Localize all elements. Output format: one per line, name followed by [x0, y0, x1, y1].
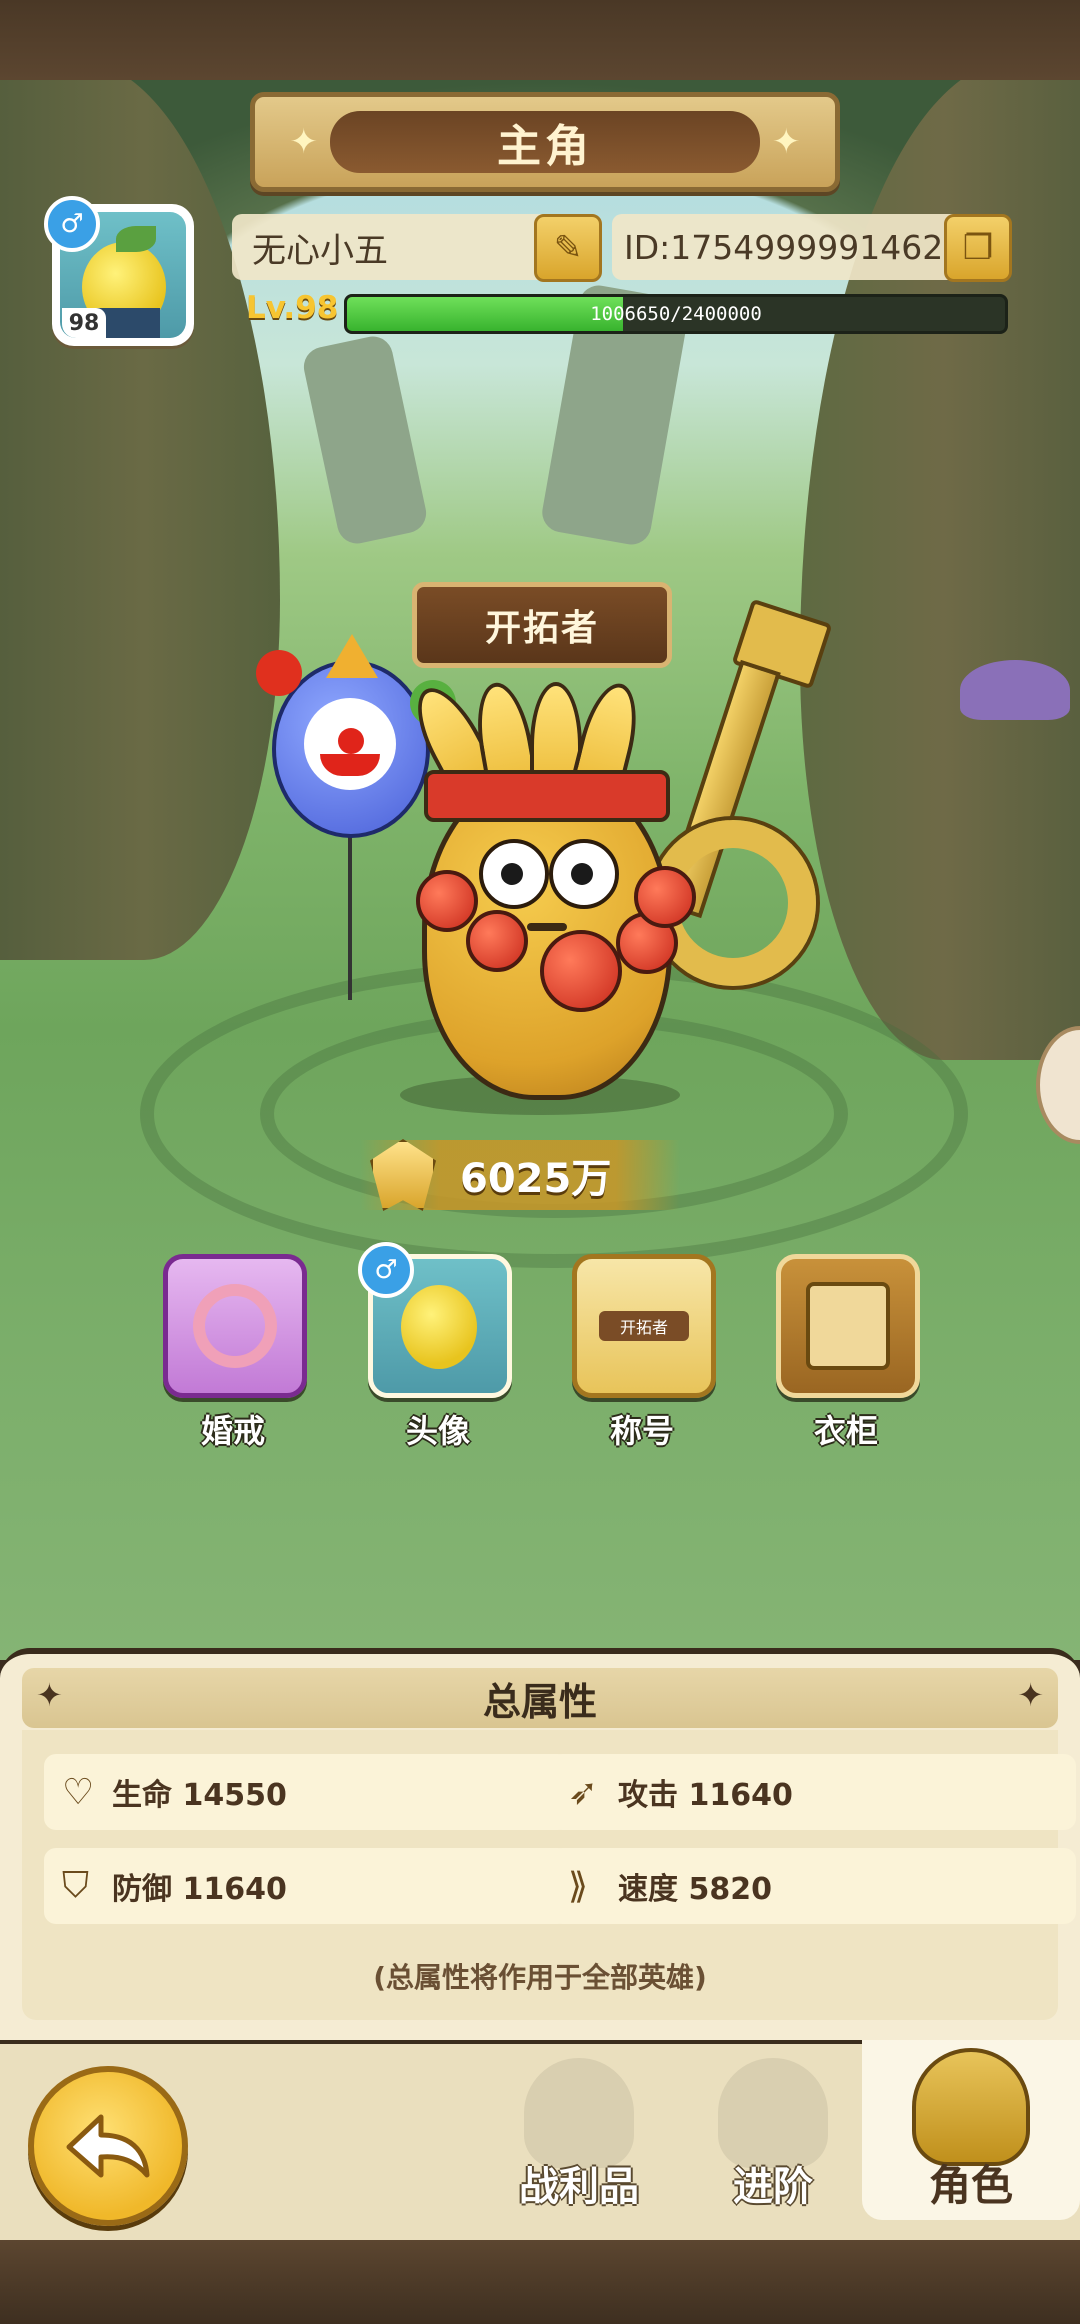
hero-eye	[549, 839, 619, 909]
title-badge-mini: 开拓者	[599, 1311, 689, 1341]
ring-shape	[193, 1284, 277, 1368]
stat-attack-text: 攻击 11640	[618, 1778, 793, 1813]
copy-id-button[interactable]: ❐	[944, 214, 1012, 282]
sparkle-icon: ✦	[289, 122, 319, 162]
bead-necklace	[634, 866, 696, 928]
copy-icon: ❐	[962, 228, 994, 268]
stat-speed-text: 速度 5820	[618, 1872, 772, 1907]
wardrobe-shape	[806, 1282, 890, 1370]
character-icon	[912, 2048, 1030, 2166]
menu-wardrobe[interactable]: 衣柜	[776, 1254, 920, 1452]
lemon-character-icon	[401, 1285, 477, 1369]
loot-icon	[524, 2058, 634, 2168]
edit-name-button[interactable]: ✎	[534, 214, 602, 282]
menu-label: 称号	[609, 1412, 674, 1450]
pupil	[571, 863, 593, 885]
stat-defense: ⛉ 防御 11640	[44, 1848, 570, 1924]
male-gender-icon: ♂	[44, 196, 100, 252]
menu-label: 衣柜	[813, 1412, 878, 1450]
stat-hp: ♡ 生命 14550	[44, 1754, 570, 1830]
top-frame	[0, 0, 1080, 80]
tab-loot[interactable]: 战利品	[494, 2050, 664, 2230]
male-gender-icon: ♂	[358, 1242, 414, 1298]
exp-bar: 1006650/2400000	[344, 294, 1008, 334]
exp-text: 1006650/2400000	[590, 303, 762, 325]
balloon-string	[348, 830, 352, 1000]
ring-icon	[163, 1254, 307, 1398]
party-hat	[326, 634, 378, 678]
stats-header: ✦ 总属性 ✦	[22, 1668, 1058, 1728]
title-badge-icon: 开拓者	[572, 1254, 716, 1398]
stat-hp-text: 生命 14550	[112, 1778, 287, 1813]
stat-speed: ⟫ 速度 5820	[550, 1848, 1076, 1924]
shield-icon: ⛉	[62, 1865, 90, 1906]
stats-title: 总属性	[482, 1679, 597, 1724]
hero-mouth	[527, 923, 567, 931]
player-level: Lv.98	[246, 290, 339, 326]
pupil	[501, 863, 523, 885]
character-title-text: 开拓者	[484, 608, 599, 649]
bead-necklace	[466, 910, 528, 972]
stat-defense-text: 防御 11640	[112, 1872, 287, 1907]
stone-pillar	[300, 332, 430, 548]
combat-power: 6025万	[360, 1139, 680, 1211]
sparkle-icon: ✦	[36, 1676, 63, 1714]
hero-eye	[479, 839, 549, 909]
bead-necklace	[540, 930, 622, 1012]
tab-advance[interactable]: 进阶	[688, 2050, 858, 2230]
menu-label: 头像	[405, 1412, 470, 1450]
avatar-level-badge: 98	[62, 308, 106, 338]
heart-icon: ♡	[62, 1771, 95, 1813]
character-title-badge: 开拓者	[412, 582, 672, 668]
menu-ring[interactable]: 婚戒	[163, 1254, 307, 1452]
bead-necklace	[416, 870, 478, 932]
tab-character-label: 角色	[928, 2161, 1013, 2210]
tab-advance-label: 进阶	[733, 2164, 813, 2210]
boot-icon: ⟫	[568, 1865, 589, 1907]
clown-face	[304, 698, 396, 790]
sparkle-icon: ✦	[1017, 1676, 1044, 1714]
bottom-frame	[0, 2240, 1080, 2324]
tab-character[interactable]: 角色	[862, 2040, 1080, 2220]
clown-mouth	[320, 754, 380, 776]
back-arrow-icon	[66, 2114, 150, 2178]
player-id: ID:1754999991462	[624, 227, 944, 267]
sword-shield-icon	[370, 1139, 436, 1211]
title-banner-inner: 主角	[330, 111, 760, 173]
pencil-icon: ✎	[553, 228, 583, 268]
advance-icon	[718, 2058, 828, 2168]
title-banner: ✦ 主角 ✦	[250, 92, 840, 192]
stat-attack: ➶ 攻击 11640	[550, 1754, 1076, 1830]
leaf-icon	[116, 226, 156, 252]
page-title: 主角	[497, 121, 593, 172]
menu-label: 婚戒	[200, 1412, 265, 1450]
attack-icon: ➶	[568, 1771, 599, 1813]
player-name: 无心小五	[252, 230, 388, 271]
wardrobe-icon	[776, 1254, 920, 1398]
mushroom	[960, 660, 1070, 720]
stats-note: (总属性将作用于全部英雄)	[373, 1961, 707, 1994]
clown-nose	[338, 728, 364, 754]
hero-headband	[424, 770, 670, 822]
tab-loot-label: 战利品	[519, 2164, 639, 2210]
clown-hair	[256, 650, 302, 696]
back-button[interactable]	[28, 2066, 188, 2226]
sparkle-icon: ✦	[772, 122, 801, 162]
menu-title[interactable]: 开拓者 称号	[572, 1254, 716, 1452]
combat-power-value: 6025万	[460, 1156, 612, 1202]
